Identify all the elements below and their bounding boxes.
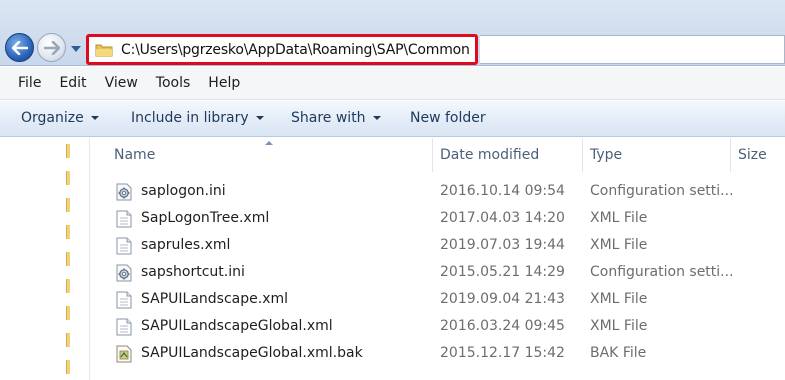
file-date: 2019.07.03 19:44 — [440, 237, 565, 253]
new-folder-button[interactable]: New folder — [410, 110, 486, 126]
file-name: saplogon.ini — [141, 183, 226, 199]
recent-pages-button[interactable] — [70, 44, 82, 54]
menu-view[interactable]: View — [105, 75, 138, 91]
file-row[interactable]: SAPUILandscapeGlobal.xml 2016.03.24 09:4… — [91, 313, 785, 340]
file-type: XML File — [590, 318, 648, 334]
file-name: SapLogonTree.xml — [141, 210, 270, 226]
new-folder-label: New folder — [410, 110, 486, 126]
file-date: 2017.04.03 14:20 — [440, 210, 565, 226]
file-row[interactable]: SapLogonTree.xml 2017.04.03 14:20 XML Fi… — [91, 205, 785, 232]
config-file-icon — [116, 183, 132, 201]
file-row[interactable]: SAPUILandscapeGlobal.xml.bak 2015.12.17 … — [91, 340, 785, 367]
file-row[interactable]: saplogon.ini 2016.10.14 09:54 Configurat… — [91, 178, 785, 205]
share-with-button[interactable]: Share with — [291, 110, 381, 126]
file-date: 2016.10.14 09:54 — [440, 183, 565, 199]
column-name[interactable]: Name — [114, 147, 155, 163]
nav-folder-icon — [66, 252, 70, 266]
file-type: Configuration setti... — [590, 264, 734, 280]
organize-button[interactable]: Organize — [21, 110, 99, 126]
document-icon — [116, 291, 132, 309]
folder-icon — [95, 44, 113, 57]
column-header: Name Date modified Type Size — [91, 138, 785, 172]
bak-file-icon — [116, 345, 132, 363]
file-name: saprules.xml — [141, 237, 231, 253]
organize-label: Organize — [21, 110, 84, 126]
file-date: 2015.05.21 14:29 — [440, 264, 565, 280]
file-type: XML File — [590, 291, 648, 307]
chevron-down-icon — [372, 116, 381, 120]
nav-folder-icon — [66, 198, 70, 212]
file-row[interactable]: sapshortcut.ini 2015.05.21 14:29 Configu… — [91, 259, 785, 286]
column-divider[interactable] — [582, 138, 583, 172]
share-with-label: Share with — [291, 110, 366, 126]
config-file-icon — [116, 264, 132, 282]
command-bar: Organize Include in library Share with N… — [0, 101, 785, 137]
address-toolbar: C:\Users\pgrzesko\AppData\Roaming\SAP\Co… — [0, 0, 785, 66]
nav-folder-icon — [66, 360, 70, 374]
forward-button[interactable] — [37, 33, 66, 62]
sort-ascending-icon — [265, 141, 273, 145]
column-date-modified[interactable]: Date modified — [440, 147, 539, 163]
menu-help[interactable]: Help — [208, 75, 240, 91]
nav-folder-icon — [66, 144, 70, 158]
menu-tools[interactable]: Tools — [156, 75, 191, 91]
file-date: 2015.12.17 15:42 — [440, 345, 565, 361]
file-type: XML File — [590, 210, 648, 226]
nav-folder-icon — [66, 171, 70, 185]
forward-arrow-icon — [43, 40, 60, 55]
nav-folder-icon — [66, 279, 70, 293]
chevron-down-icon — [90, 116, 99, 120]
address-bar-extension[interactable] — [480, 35, 785, 64]
column-divider[interactable] — [432, 138, 433, 172]
nav-folder-icon — [66, 225, 70, 239]
file-date: 2016.03.24 09:45 — [440, 318, 565, 334]
document-icon — [116, 210, 132, 228]
menu-file[interactable]: File — [18, 75, 41, 91]
chevron-down-icon — [71, 46, 81, 52]
menu-bar: File Edit View Tools Help — [0, 67, 785, 100]
include-in-library-button[interactable]: Include in library — [131, 110, 264, 126]
file-row[interactable]: saprules.xml 2019.07.03 19:44 XML File — [91, 232, 785, 259]
document-icon — [116, 318, 132, 336]
back-arrow-icon — [11, 40, 28, 55]
column-type[interactable]: Type — [590, 147, 622, 163]
document-icon — [116, 237, 132, 255]
column-size[interactable]: Size — [738, 147, 767, 163]
column-divider[interactable] — [730, 138, 731, 172]
address-bar[interactable]: C:\Users\pgrzesko\AppData\Roaming\SAP\Co… — [86, 34, 478, 65]
file-type: Configuration setti... — [590, 183, 734, 199]
file-type: BAK File — [590, 345, 647, 361]
menu-edit[interactable]: Edit — [59, 75, 86, 91]
file-row[interactable]: SAPUILandscape.xml 2019.09.04 21:43 XML … — [91, 286, 785, 313]
file-name: SAPUILandscapeGlobal.xml — [141, 318, 333, 334]
include-in-library-label: Include in library — [131, 110, 249, 126]
address-path: C:\Users\pgrzesko\AppData\Roaming\SAP\Co… — [121, 41, 470, 58]
file-name: SAPUILandscape.xml — [141, 291, 289, 307]
chevron-down-icon — [255, 116, 264, 120]
nav-folder-icon — [66, 333, 70, 347]
file-type: XML File — [590, 237, 648, 253]
navigation-pane[interactable] — [0, 138, 90, 380]
back-button[interactable] — [5, 33, 34, 62]
file-name: sapshortcut.ini — [141, 264, 245, 280]
file-name: SAPUILandscapeGlobal.xml.bak — [141, 345, 363, 361]
nav-folder-icon — [66, 306, 70, 320]
file-date: 2019.09.04 21:43 — [440, 291, 565, 307]
